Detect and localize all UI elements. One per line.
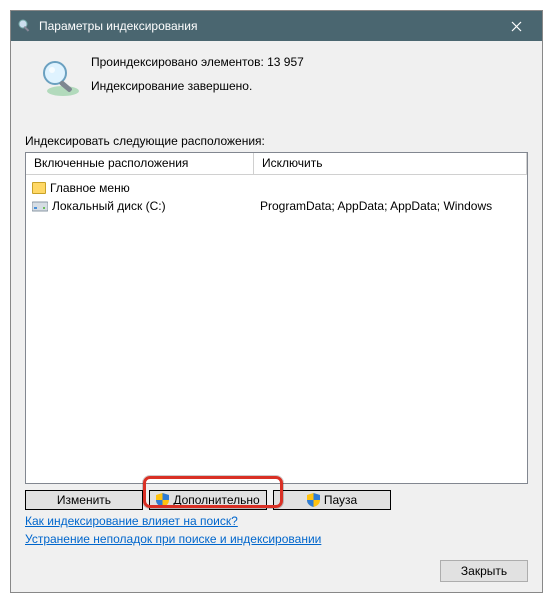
link-how-indexing-affects-search[interactable]: Как индексирование влияет на поиск? bbox=[25, 514, 238, 528]
magnifier-icon bbox=[35, 55, 83, 106]
location-name: Локальный диск (C:) bbox=[52, 199, 166, 213]
column-locations[interactable]: Включенные расположения bbox=[26, 153, 254, 174]
column-exclude[interactable]: Исключить bbox=[254, 153, 527, 174]
indexing-state: Индексирование завершено. bbox=[91, 79, 304, 93]
button-row: Изменить Дополнительно bbox=[25, 490, 528, 510]
list-header: Включенные расположения Исключить bbox=[26, 153, 527, 175]
titlebar: Параметры индексирования bbox=[11, 11, 542, 41]
pause-button[interactable]: Пауза bbox=[273, 490, 391, 510]
locations-list[interactable]: Включенные расположения Исключить Главно… bbox=[25, 152, 528, 484]
dialog-window: Параметры индексирования Проиндексирован… bbox=[10, 10, 543, 593]
indexing-options-icon bbox=[17, 18, 33, 34]
list-item[interactable]: Локальный диск (C:) bbox=[26, 197, 254, 215]
close-button[interactable]: Закрыть bbox=[440, 560, 528, 582]
exclude-value bbox=[254, 179, 527, 197]
exclude-value: ProgramData; AppData; AppData; Windows bbox=[254, 197, 527, 215]
disk-icon bbox=[32, 200, 48, 212]
list-item[interactable]: Главное меню bbox=[26, 179, 254, 197]
window-title: Параметры индексирования bbox=[39, 19, 496, 33]
locations-section-label: Индексировать следующие расположения: bbox=[25, 134, 528, 148]
folder-icon bbox=[32, 182, 46, 194]
client-area: Проиндексировано элементов: 13 957 Индек… bbox=[11, 41, 542, 592]
shield-icon bbox=[156, 493, 169, 507]
shield-icon bbox=[307, 493, 320, 507]
location-name: Главное меню bbox=[50, 181, 130, 195]
window-close-button[interactable] bbox=[496, 12, 536, 40]
modify-button[interactable]: Изменить bbox=[25, 490, 143, 510]
indexed-count: Проиндексировано элементов: 13 957 bbox=[91, 55, 304, 69]
link-troubleshoot-search-indexing[interactable]: Устранение неполадок при поиске и индекс… bbox=[25, 532, 321, 546]
advanced-button[interactable]: Дополнительно bbox=[149, 490, 267, 510]
